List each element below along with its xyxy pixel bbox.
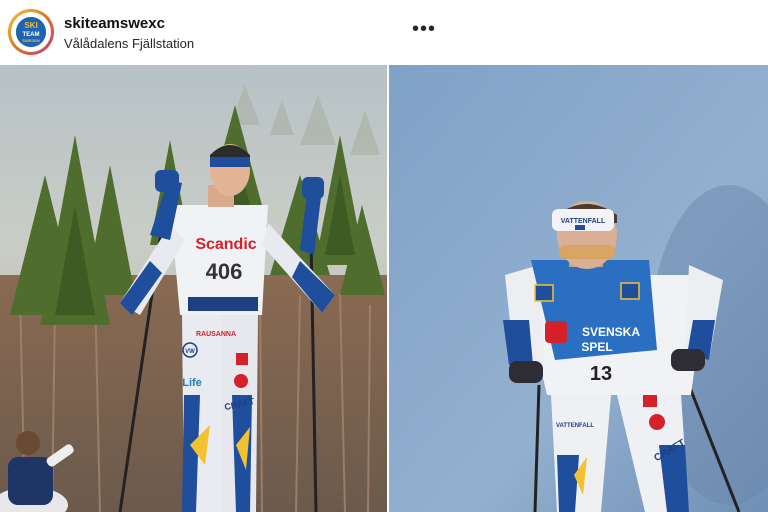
left-bib-number: 406	[206, 259, 243, 284]
more-options-button[interactable]: •••	[410, 19, 438, 42]
post-photo-right[interactable]: VATTENFALL SVENSKA SPEL 13 VATTENFALL CR…	[389, 65, 768, 512]
logo-text-1: SKI	[24, 21, 37, 30]
right-bib-number: 13	[590, 363, 612, 385]
left-leg-brand-vw: VW	[185, 349, 195, 355]
left-leg-brand-life: Life	[182, 377, 202, 389]
swedish-flag-icon	[575, 225, 585, 230]
right-bib-sponsor-2: SPEL	[581, 340, 612, 354]
right-bib-sponsor-1: SVENSKA	[582, 325, 640, 339]
more-horizontal-icon: •••	[411, 18, 436, 40]
round-brand-icon	[649, 414, 665, 430]
right-leg-brand-vattenfall: VATTENFALL	[556, 423, 594, 429]
brand-square-icon	[236, 353, 248, 365]
post-header: SKI TEAM SWEDEN skiteamswexc Vålådalens …	[0, 0, 768, 64]
round-brand-icon	[234, 374, 248, 388]
username-link[interactable]: skiteamswexc	[64, 15, 165, 32]
logo-text-3: SWEDEN	[22, 38, 40, 43]
ski-team-sweden-logo: SKI TEAM SWEDEN	[16, 17, 46, 47]
location-link[interactable]: Vålådalens Fjällstation	[64, 36, 194, 51]
avatar[interactable]: SKI TEAM SWEDEN	[8, 9, 54, 55]
left-chest-sponsor: Scandic	[195, 236, 256, 253]
left-belt-sponsor: RAUSANNA	[196, 331, 236, 338]
brand-square-icon	[643, 395, 657, 407]
right-headband-sponsor: VATTENFALL	[561, 218, 606, 225]
avatar-ring: SKI TEAM SWEDEN	[11, 12, 51, 52]
post-photo-left[interactable]: Scandic 406 RAUSANNA VW Life CRAFT	[0, 65, 387, 512]
